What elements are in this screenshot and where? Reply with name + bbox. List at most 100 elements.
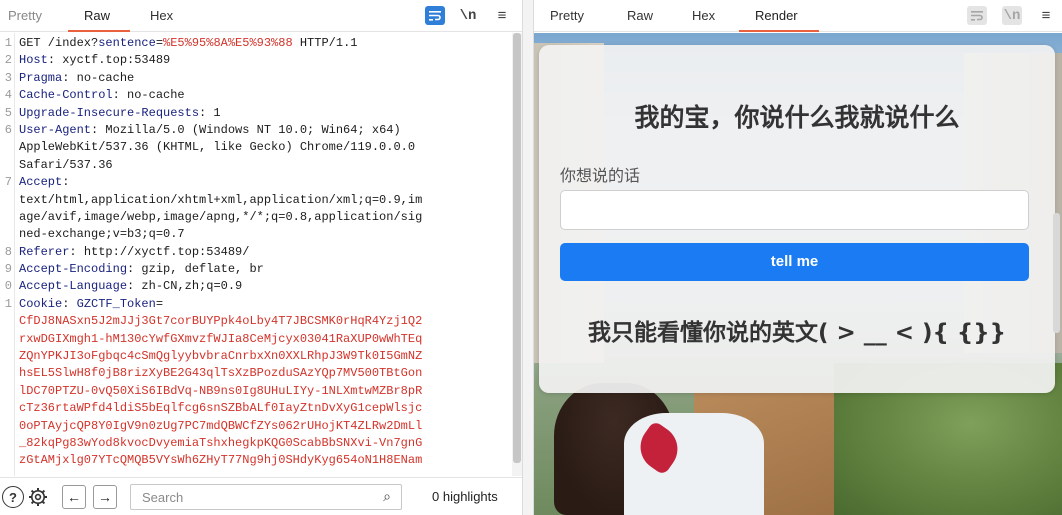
line-token: text/html,application/xhtml+xml,applicat… bbox=[19, 192, 423, 207]
tab-render[interactable]: Render bbox=[755, 0, 798, 32]
tab-pretty[interactable]: Pretty bbox=[8, 0, 42, 32]
line-token: = bbox=[155, 296, 164, 311]
line-token: CfDJ8NASxn5J2mJJj3Gt7corBUYPpk4oLby4T7JB… bbox=[19, 314, 423, 329]
line-content: Referer: http://xyctf.top:53489/ bbox=[19, 244, 249, 261]
line-number: 2 bbox=[4, 53, 12, 68]
line-token: : zh-CN,zh;q=0.9 bbox=[127, 279, 243, 294]
line-number: 3 bbox=[4, 70, 12, 85]
render-scrollbar[interactable] bbox=[1053, 213, 1060, 333]
line-content: rxwDGIXmgh1-hM130cYwfGXmvzfWJIa8CeMjcyx0… bbox=[19, 331, 422, 348]
line-token: zGtAMjxlg07YTcQMQB5VYsWh6ZHyT77Ng9hj0SHd… bbox=[19, 453, 423, 468]
request-pane: Pretty Raw Hex \n ≡ 1 GET /index?sentence… bbox=[0, 0, 522, 515]
response-message: 我只能看懂你说的英文( > __ < ){ {}} bbox=[587, 320, 1007, 346]
raw-request-editor[interactable]: 1 GET /index?sentence=%E5%95%8A%E5%93%88 … bbox=[0, 33, 522, 476]
line-token: ned-exchange;v=b3;q=0.7 bbox=[19, 227, 185, 242]
line-token: Accept bbox=[19, 175, 63, 190]
line-number: 1 bbox=[4, 36, 12, 50]
line-content: lDC70PTZU-0vQ50XiS6IBdVq-NB9ns0Ig8UHuLIY… bbox=[19, 383, 422, 400]
response-pane: Pretty Raw Hex Render \n ≡ 我的宝，你说什么我就说什么… bbox=[534, 0, 1062, 515]
line-token: lDC70PTZU-0vQ50XiS6IBdVq-NB9ns0Ig8UHuLIY… bbox=[19, 383, 423, 398]
request-line: 1 GET /index?sentence=%E5%95%8A%E5%93%88 … bbox=[0, 35, 522, 52]
wrap-lines-glyph bbox=[429, 10, 441, 21]
line-token: 0oPTAyjcQP8Y0IgV9n0zUg7PC7mdQBWCfZYs062r… bbox=[19, 418, 423, 433]
search-previous-button[interactable]: ← bbox=[62, 485, 86, 509]
tab-raw[interactable]: Raw bbox=[627, 0, 653, 32]
line-number: 9 bbox=[4, 262, 12, 277]
request-line: Safari/537.36 bbox=[0, 157, 522, 174]
line-token: : gzip, deflate, br bbox=[127, 262, 264, 277]
editor-scrollbar[interactable] bbox=[512, 33, 522, 476]
tab-hex[interactable]: Hex bbox=[150, 0, 173, 32]
request-text: 1 GET /index?sentence=%E5%95%8A%E5%93%88 … bbox=[0, 35, 522, 470]
line-token: Safari/537.36 bbox=[19, 157, 113, 172]
line-token: : bbox=[62, 175, 70, 190]
line-token: Accept-Language bbox=[19, 279, 128, 294]
newline-toggle-button: \n bbox=[1002, 6, 1022, 25]
response-tabbar: Pretty Raw Hex Render \n ≡ bbox=[534, 0, 1062, 32]
line-token: Host bbox=[19, 53, 48, 68]
sentence-input[interactable] bbox=[560, 190, 1029, 230]
active-tab-underline bbox=[68, 30, 130, 32]
tab-raw[interactable]: Raw bbox=[84, 0, 110, 32]
line-content: Pragma: no-cache bbox=[19, 70, 134, 87]
line-content: _82kqPg83wYod8kvocDvyemiaTshxhegkpKQG0Sc… bbox=[19, 435, 422, 452]
line-content: cTz36rtaWPfd4ldiS5bEqlfcg6snSZBbALf0IayZ… bbox=[19, 400, 422, 417]
request-tabbar: Pretty Raw Hex \n ≡ bbox=[0, 0, 522, 32]
request-line: _82kqPg83wYod8kvocDvyemiaTshxhegkpKQG0Sc… bbox=[0, 435, 522, 452]
line-content: GET /index?sentence=%E5%95%8A%E5%93%88 H… bbox=[19, 35, 357, 52]
line-content: text/html,application/xhtml+xml,applicat… bbox=[19, 192, 422, 209]
line-token: : bbox=[62, 296, 77, 311]
line-content: hsEL5SlwH8f0jB8rizXyBE2G43qlTsXzBPozduSA… bbox=[19, 365, 422, 382]
line-token: Accept-Encoding bbox=[19, 262, 128, 277]
hamburger-menu-icon[interactable]: ≡ bbox=[492, 6, 512, 25]
request-line: 9 Accept-Encoding: gzip, deflate, br bbox=[0, 261, 522, 278]
line-token: _82kqPg83wYod8kvocDvyemiaTshxhegkpKQG0Sc… bbox=[19, 435, 423, 450]
search-next-button[interactable]: → bbox=[93, 485, 117, 509]
input-label: 你想说的话 bbox=[560, 166, 641, 185]
request-line: 0oPTAyjcQP8Y0IgV9n0zUg7PC7mdQBWCfZYs062r… bbox=[0, 418, 522, 435]
line-number: 4 bbox=[4, 88, 12, 103]
scrollbar-thumb[interactable] bbox=[513, 33, 521, 463]
line-content: Host: xyctf.top:53489 bbox=[19, 52, 170, 69]
line-content: CfDJ8NASxn5J2mJJj3Gt7corBUYPpk4oLby4T7JB… bbox=[19, 313, 422, 330]
line-content: zGtAMjxlg07YTcQMQB5VYsWh6ZHyT77Ng9hj0SHd… bbox=[19, 452, 422, 469]
request-line: 7 Accept: bbox=[0, 174, 522, 191]
tab-hex[interactable]: Hex bbox=[692, 0, 715, 32]
settings-gear-icon[interactable] bbox=[27, 486, 49, 508]
request-line: 8 Referer: http://xyctf.top:53489/ bbox=[0, 244, 522, 261]
line-content: ZQnYPKJI3oFgbqc4cSmQglyybvbraCnrbxXn0XXL… bbox=[19, 348, 422, 365]
line-number: 0 bbox=[4, 279, 12, 294]
line-content: Accept: bbox=[19, 174, 69, 191]
request-line: 4 Cache-Control: no-cache bbox=[0, 87, 522, 104]
pane-splitter[interactable] bbox=[522, 0, 534, 515]
line-content: Upgrade-Insecure-Requests: 1 bbox=[19, 105, 221, 122]
tell-me-button[interactable]: tell me bbox=[560, 243, 1029, 281]
tab-pretty[interactable]: Pretty bbox=[550, 0, 584, 32]
search-input[interactable] bbox=[132, 486, 367, 508]
line-content: Accept-Language: zh-CN,zh;q=0.9 bbox=[19, 278, 242, 295]
line-content: Cookie: GZCTF_Token= bbox=[19, 296, 163, 313]
search-icon[interactable]: ⌕ bbox=[383, 488, 391, 505]
request-line: 0 Accept-Language: zh-CN,zh;q=0.9 bbox=[0, 278, 522, 295]
help-icon[interactable]: ? bbox=[2, 486, 24, 508]
hamburger-menu-icon[interactable]: ≡ bbox=[1036, 6, 1056, 25]
request-line: CfDJ8NASxn5J2mJJj3Gt7corBUYPpk4oLby4T7JB… bbox=[0, 313, 522, 330]
gear-glyph bbox=[29, 488, 47, 506]
line-token: age/avif,image/webp,image/apng,*/*;q=0.8… bbox=[19, 209, 423, 224]
editor-bottom-bar: ? ← → ⌕ 0 highlights bbox=[0, 477, 522, 515]
wrap-lines-icon[interactable] bbox=[425, 6, 445, 25]
request-line: rxwDGIXmgh1-hM130cYwfGXmvzfWJIa8CeMjcyx0… bbox=[0, 331, 522, 348]
line-token: cTz36rtaWPfd4ldiS5bEqlfcg6snSZBbALf0IayZ… bbox=[19, 401, 423, 416]
newline-toggle-button[interactable]: \n bbox=[458, 6, 478, 25]
line-token: : no-cache bbox=[62, 70, 135, 85]
line-token: Cookie bbox=[19, 296, 63, 311]
line-token: %E5%95%8A%E5%93%88 bbox=[163, 36, 293, 50]
line-content: Accept-Encoding: gzip, deflate, br bbox=[19, 261, 264, 278]
request-line: ned-exchange;v=b3;q=0.7 bbox=[0, 226, 522, 243]
active-tab-underline bbox=[739, 30, 819, 32]
line-number: 1 bbox=[4, 296, 12, 311]
request-line: text/html,application/xhtml+xml,applicat… bbox=[0, 192, 522, 209]
line-token: GZCTF_Token bbox=[76, 296, 156, 311]
line-content: ned-exchange;v=b3;q=0.7 bbox=[19, 226, 185, 243]
line-token: User-Agent bbox=[19, 122, 92, 137]
